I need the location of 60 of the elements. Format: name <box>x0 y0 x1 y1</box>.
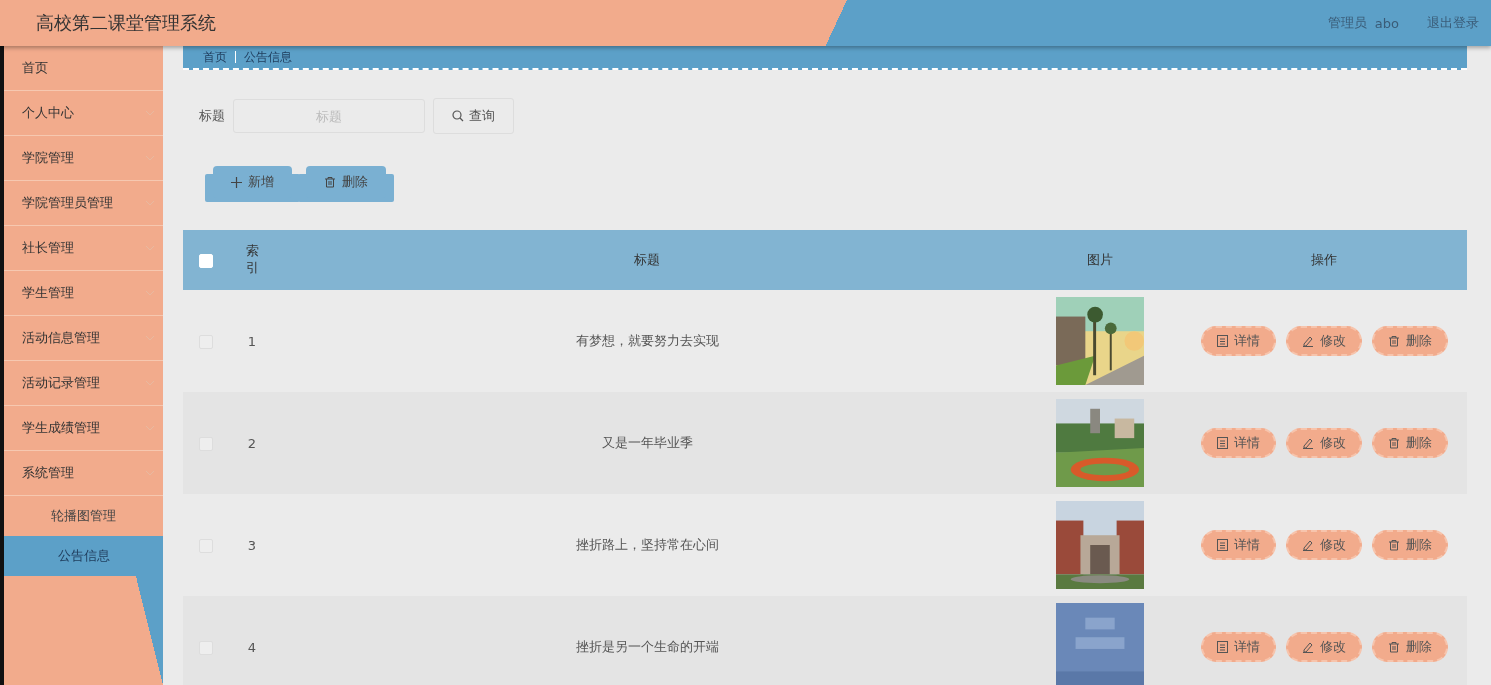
trash-icon <box>1387 641 1400 653</box>
sidebar-item[interactable]: 首页 <box>4 46 163 91</box>
search-label: 标题 <box>199 107 225 125</box>
document-icon <box>1216 641 1228 653</box>
logout-link[interactable]: 退出登录 <box>1427 14 1479 32</box>
pencil-icon <box>1301 539 1314 551</box>
sidebar-item[interactable]: 学院管理员管理 <box>4 181 163 226</box>
pencil-icon <box>1301 335 1314 347</box>
index-cell: 2 <box>247 435 257 451</box>
title-cell: 又是一年毕业季 <box>601 435 693 450</box>
detail-button[interactable]: 详情 <box>1200 530 1276 560</box>
sidebar-item[interactable]: 社长管理 <box>4 226 163 271</box>
sidebar-subitem[interactable]: 公告信息 <box>4 536 163 576</box>
document-icon <box>1216 539 1228 551</box>
plus-icon <box>231 176 242 188</box>
trash-icon <box>324 176 336 188</box>
column-header: 标题 <box>634 252 660 267</box>
sidebar-subitem[interactable]: 轮播图管理 <box>4 496 163 536</box>
sidebar-item[interactable]: 活动信息管理 <box>4 316 163 361</box>
delete-button[interactable]: 删除 <box>1371 632 1448 662</box>
breadcrumb-item[interactable]: 首页 <box>203 48 227 66</box>
user-role: 管理员 <box>1327 14 1367 32</box>
index-cell: 1 <box>247 333 257 349</box>
breadcrumb-item[interactable]: 公告信息 <box>244 48 292 66</box>
document-icon <box>1216 335 1228 347</box>
delete-button[interactable]: 删除 <box>1371 326 1448 356</box>
title-cell: 挫折路上，坚持常在心间 <box>575 537 719 552</box>
detail-button[interactable]: 详情 <box>1200 326 1276 356</box>
index-cell: 4 <box>247 639 257 655</box>
title-cell: 有梦想，就要努力去实现 <box>575 333 719 348</box>
query-button[interactable]: 查询 <box>433 98 514 134</box>
edit-button[interactable]: 修改 <box>1285 530 1362 560</box>
delete-button[interactable]: 删除 <box>1371 530 1448 560</box>
trash-icon <box>1387 437 1400 449</box>
title-cell: 挫折是另一个生命的开端 <box>575 639 719 654</box>
select-all-checkbox[interactable] <box>199 253 213 268</box>
edit-button[interactable]: 修改 <box>1285 326 1362 356</box>
pencil-icon <box>1301 641 1314 653</box>
sidebar-item[interactable]: 活动记录管理 <box>4 361 163 406</box>
detail-button[interactable]: 详情 <box>1200 632 1276 662</box>
detail-button[interactable]: 详情 <box>1200 428 1276 458</box>
app-title: 高校第二课堂管理系统 <box>36 12 216 35</box>
document-icon <box>1216 437 1228 449</box>
sidebar-item[interactable]: 学院管理 <box>4 136 163 181</box>
column-header: 操作 <box>1311 252 1337 267</box>
edit-button[interactable]: 修改 <box>1285 428 1362 458</box>
user-name: abo <box>1374 15 1399 31</box>
trash-icon <box>1387 539 1400 551</box>
pencil-icon <box>1301 437 1314 449</box>
trash-icon <box>1387 335 1400 347</box>
delete-button[interactable]: 删除 <box>1371 428 1448 458</box>
edit-button[interactable]: 修改 <box>1285 632 1362 662</box>
sidebar-item[interactable]: 系统管理 <box>4 451 163 496</box>
sidebar-item[interactable]: 学生成绩管理 <box>4 406 163 451</box>
column-header: 索引 <box>245 243 259 277</box>
index-cell: 3 <box>247 537 257 553</box>
sidebar-item[interactable]: 学生管理 <box>4 271 163 316</box>
column-header: 图片 <box>1087 252 1113 267</box>
search-icon <box>452 110 464 122</box>
sidebar-item[interactable]: 个人中心 <box>4 91 163 136</box>
